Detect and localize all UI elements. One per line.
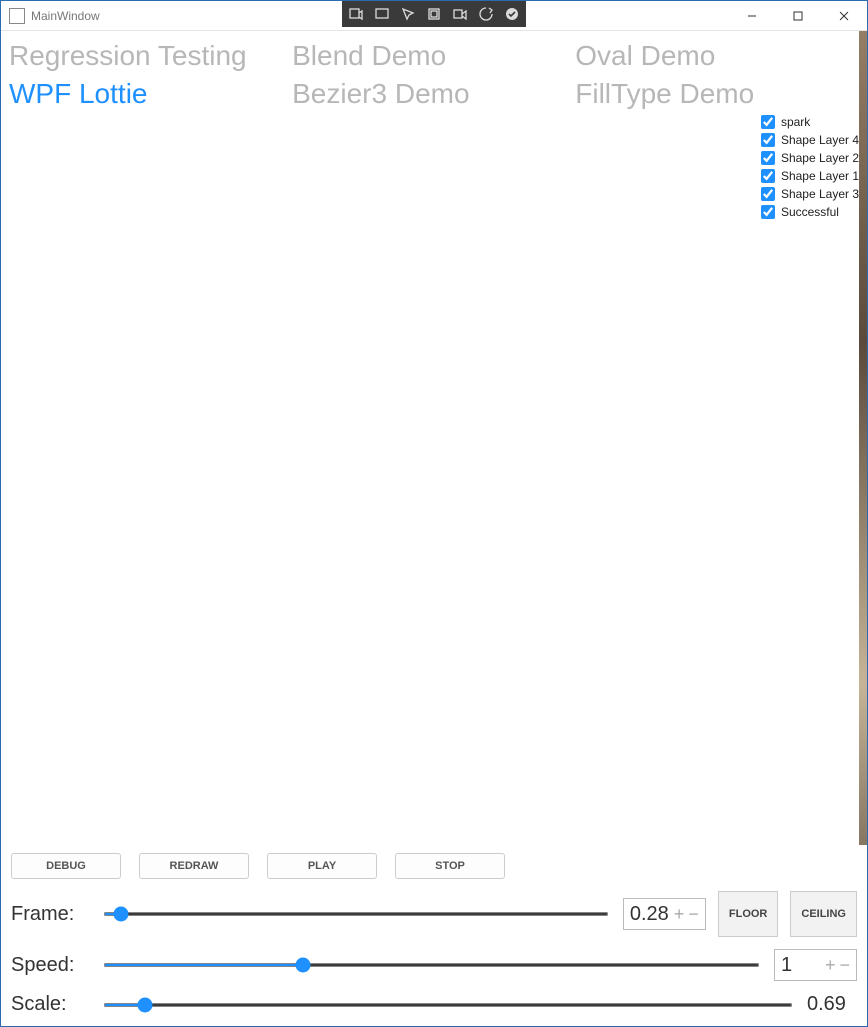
- maximize-button[interactable]: [775, 1, 821, 30]
- tab-blend-demo[interactable]: Blend Demo: [292, 37, 575, 75]
- controls-panel: DEBUG REDRAW PLAY STOP Frame: 0.28 + − F…: [1, 845, 867, 1026]
- speed-value: 1: [781, 954, 821, 977]
- vs-select-element-icon[interactable]: [400, 6, 416, 22]
- vs-debug-toolbar: [342, 1, 526, 27]
- vs-runtime-tools-icon[interactable]: [374, 6, 390, 22]
- layer-checkbox-successful[interactable]: [761, 205, 775, 219]
- layer-label: Shape Layer 2: [781, 151, 859, 165]
- scale-row: Scale: 0.69: [11, 993, 857, 1016]
- animation-canvas: spark Shape Layer 4 Shape Layer 2 Shape …: [1, 113, 867, 845]
- layer-checkbox-shape1[interactable]: [761, 169, 775, 183]
- action-button-row: DEBUG REDRAW PLAY STOP: [11, 853, 857, 879]
- layer-row: spark: [761, 113, 859, 131]
- speed-dec[interactable]: −: [839, 955, 850, 976]
- frame-slider[interactable]: [103, 912, 609, 916]
- tab-wpf-lottie[interactable]: WPF Lottie: [9, 75, 292, 113]
- stop-button[interactable]: STOP: [395, 853, 505, 879]
- layer-row: Shape Layer 3: [761, 185, 859, 203]
- titlebar: MainWindow: [1, 1, 867, 31]
- speed-row: Speed: 1 + −: [11, 949, 857, 981]
- frame-spin: 0.28 + −: [623, 898, 706, 930]
- layer-checkbox-spark[interactable]: [761, 115, 775, 129]
- speed-label: Speed:: [11, 954, 89, 977]
- scale-label: Scale:: [11, 993, 89, 1016]
- layer-label: Shape Layer 3: [781, 187, 859, 201]
- layer-row: Successful: [761, 203, 859, 221]
- frame-label: Frame:: [11, 903, 89, 926]
- frame-dec[interactable]: −: [688, 904, 699, 925]
- vs-display-layout-icon[interactable]: [426, 6, 442, 22]
- app-icon: [9, 8, 25, 24]
- redraw-button[interactable]: REDRAW: [139, 853, 249, 879]
- close-button[interactable]: [821, 1, 867, 30]
- layer-label: spark: [781, 115, 810, 129]
- tab-regression-testing[interactable]: Regression Testing: [9, 37, 292, 75]
- layer-row: Shape Layer 1: [761, 167, 859, 185]
- frame-value: 0.28: [630, 903, 670, 926]
- vs-live-visual-tree-icon[interactable]: [348, 6, 364, 22]
- window-title: MainWindow: [31, 9, 100, 23]
- layer-checkbox-shape2[interactable]: [761, 151, 775, 165]
- scale-value: 0.69: [807, 993, 857, 1016]
- vs-check-icon[interactable]: [504, 6, 520, 22]
- tab-oval-demo[interactable]: Oval Demo: [575, 37, 858, 75]
- frame-inc[interactable]: +: [674, 904, 685, 925]
- layer-row: Shape Layer 4: [761, 131, 859, 149]
- play-button[interactable]: PLAY: [267, 853, 377, 879]
- layer-checkbox-shape4[interactable]: [761, 133, 775, 147]
- minimize-button[interactable]: [729, 1, 775, 30]
- layer-list: spark Shape Layer 4 Shape Layer 2 Shape …: [761, 113, 859, 221]
- scale-slider[interactable]: [103, 1003, 793, 1007]
- speed-slider[interactable]: [103, 963, 760, 967]
- tab-bar: Regression Testing Blend Demo Oval Demo …: [1, 31, 867, 113]
- tab-bezier3-demo[interactable]: Bezier3 Demo: [292, 75, 575, 113]
- speed-inc[interactable]: +: [825, 955, 836, 976]
- layer-row: Shape Layer 2: [761, 149, 859, 167]
- layer-checkbox-shape3[interactable]: [761, 187, 775, 201]
- tab-filltype-demo[interactable]: FillType Demo: [575, 75, 858, 113]
- vs-track-focus-icon[interactable]: [452, 6, 468, 22]
- frame-row: Frame: 0.28 + − FLOOR CEILING: [11, 891, 857, 937]
- debug-button[interactable]: DEBUG: [11, 853, 121, 879]
- ceiling-button[interactable]: CEILING: [790, 891, 857, 937]
- floor-button[interactable]: FLOOR: [718, 891, 779, 937]
- vs-hot-reload-icon[interactable]: [478, 6, 494, 22]
- layer-label: Shape Layer 1: [781, 169, 859, 183]
- speed-spin: 1 + −: [774, 949, 857, 981]
- layer-label: Shape Layer 4: [781, 133, 859, 147]
- layer-label: Successful: [781, 205, 839, 219]
